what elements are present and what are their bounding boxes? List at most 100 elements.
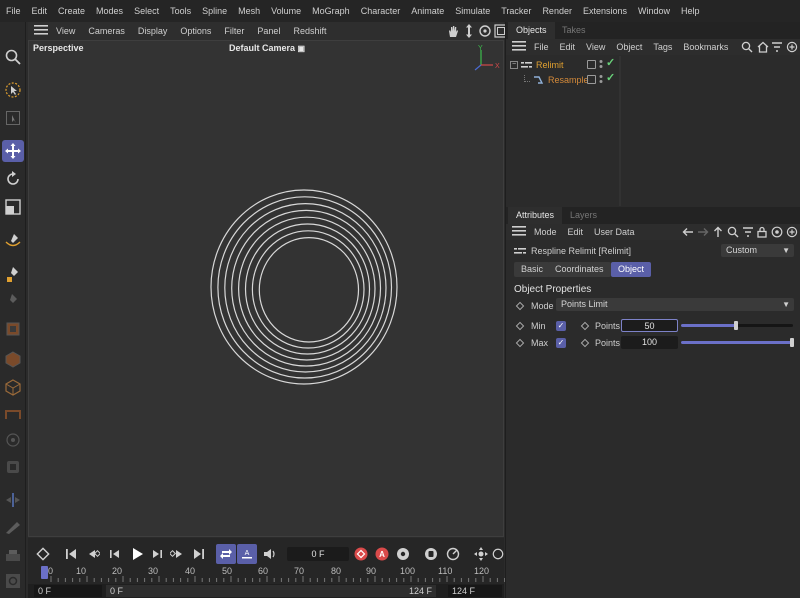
spline-pen-icon[interactable]: [2, 229, 24, 251]
enabled-check-icon[interactable]: ✓: [606, 71, 615, 84]
back-arrow-icon[interactable]: [682, 226, 694, 238]
viewport-menu-filter[interactable]: Filter: [224, 26, 244, 36]
key-settings-icon[interactable]: [394, 544, 412, 564]
play-icon[interactable]: [128, 544, 146, 564]
menu-volume[interactable]: Volume: [271, 6, 301, 16]
record-keyframe-icon[interactable]: [352, 544, 370, 564]
subtab-object[interactable]: Object: [611, 262, 652, 277]
min-slider-knob[interactable]: [734, 321, 738, 330]
forward-arrow-icon[interactable]: [697, 226, 709, 238]
model-mode-icon[interactable]: [2, 376, 24, 398]
enabled-check-icon[interactable]: ✓: [606, 56, 615, 69]
object-mode-icon[interactable]: [2, 348, 24, 370]
keyframe-diamond-icon[interactable]: [34, 544, 52, 564]
polygon-mode-icon[interactable]: [2, 318, 24, 340]
loop-icon[interactable]: [216, 544, 236, 564]
go-to-end-icon[interactable]: [190, 544, 208, 564]
layer-tag-icon[interactable]: [587, 75, 596, 84]
viewport-menu-panel[interactable]: Panel: [257, 26, 280, 36]
attributes-menu-edit[interactable]: Edit: [568, 227, 584, 237]
objects-menu-object[interactable]: Object: [616, 42, 642, 52]
objects-search-icon[interactable]: [741, 41, 753, 53]
menu-extensions[interactable]: Extensions: [583, 6, 627, 16]
go-to-start-icon[interactable]: [62, 544, 80, 564]
object-row-relimit[interactable]: − Relimit: [510, 58, 564, 72]
autokey-icon[interactable]: A: [237, 544, 257, 564]
menu-modes[interactable]: Modes: [96, 6, 123, 16]
viewport-menu-display[interactable]: Display: [138, 26, 168, 36]
next-frame-icon[interactable]: [148, 544, 166, 564]
lock-icon[interactable]: [756, 226, 768, 238]
paint-brush-icon[interactable]: [2, 263, 24, 285]
attributes-menu-icon[interactable]: [512, 226, 526, 238]
max-keyframe-diamond-icon[interactable]: [515, 338, 525, 348]
menu-mograph[interactable]: MoGraph: [312, 6, 350, 16]
preview-range-slider[interactable]: 0 F 124 F: [106, 585, 436, 597]
objects-menu-bookmarks[interactable]: Bookmarks: [683, 42, 728, 52]
max-points-field[interactable]: 100: [621, 336, 678, 349]
attributes-new-panel-icon[interactable]: [786, 226, 798, 238]
mode-dropdown[interactable]: Points Limit ▼: [556, 298, 794, 311]
search-icon[interactable]: [2, 46, 24, 68]
objects-menu-view[interactable]: View: [586, 42, 605, 52]
mode-keyframe-diamond-icon[interactable]: [515, 301, 525, 311]
menu-animate[interactable]: Animate: [411, 6, 444, 16]
tab-takes[interactable]: Takes: [554, 22, 594, 39]
object-row-resample[interactable]: Resample: [524, 73, 589, 87]
workplane-icon[interactable]: [2, 544, 24, 566]
sculpt-brush-icon[interactable]: [2, 289, 24, 311]
menu-simulate[interactable]: Simulate: [455, 6, 490, 16]
viewport-menu-redshift[interactable]: Redshift: [293, 26, 326, 36]
viewport-menu-view[interactable]: View: [56, 26, 75, 36]
pan-hand-icon[interactable]: [446, 24, 460, 38]
timeline-option-icon[interactable]: [492, 544, 504, 564]
max-points-slider[interactable]: [681, 338, 794, 347]
menu-character[interactable]: Character: [361, 6, 401, 16]
point-mode-icon[interactable]: [2, 429, 24, 451]
playhead[interactable]: [41, 566, 48, 579]
filter-icon[interactable]: [771, 41, 783, 53]
end-frame-field[interactable]: 124 F: [448, 585, 502, 597]
sound-icon[interactable]: [260, 544, 278, 564]
preset-dropdown[interactable]: Custom ▼: [721, 244, 794, 257]
min-points-diamond-icon[interactable]: [580, 321, 590, 331]
menu-help[interactable]: Help: [681, 6, 700, 16]
attributes-menu-mode[interactable]: Mode: [534, 227, 557, 237]
motion-record-icon[interactable]: [422, 544, 440, 564]
menu-tools[interactable]: Tools: [170, 6, 191, 16]
3d-viewport[interactable]: Perspective Default Camera ▣ Y X: [28, 40, 504, 537]
max-checkbox[interactable]: ✓: [556, 338, 566, 348]
min-checkbox[interactable]: ✓: [556, 321, 566, 331]
subtab-basic[interactable]: Basic: [514, 262, 551, 277]
attributes-menu-user-data[interactable]: User Data: [594, 227, 635, 237]
min-keyframe-diamond-icon[interactable]: [515, 321, 525, 331]
snap-icon[interactable]: [2, 570, 24, 592]
menu-select[interactable]: Select: [134, 6, 159, 16]
edge-mode-icon[interactable]: [2, 403, 24, 425]
uv-mode-icon[interactable]: [2, 456, 24, 478]
navigate-icon[interactable]: [472, 544, 490, 564]
viewport-menu-cameras[interactable]: Cameras: [88, 26, 125, 36]
tab-layers[interactable]: Layers: [562, 207, 605, 224]
tab-objects[interactable]: Objects: [508, 22, 555, 39]
max-slider-knob[interactable]: [790, 338, 794, 347]
visibility-dots-icon[interactable]: [599, 59, 603, 69]
menu-create[interactable]: Create: [58, 6, 85, 16]
timeline-ruler[interactable]: 0 10 20 30 40 50 60 70 80 90 100 110 120: [38, 566, 508, 582]
objects-menu-edit[interactable]: Edit: [560, 42, 576, 52]
next-key-icon[interactable]: [168, 544, 186, 564]
menu-tracker[interactable]: Tracker: [501, 6, 531, 16]
symmetry-icon[interactable]: [2, 489, 24, 511]
max-points-diamond-icon[interactable]: [580, 338, 590, 348]
orbit-icon[interactable]: [478, 24, 492, 38]
target-icon[interactable]: [771, 226, 783, 238]
attributes-filter-icon[interactable]: [742, 226, 754, 238]
attributes-search-icon[interactable]: [727, 226, 739, 238]
min-points-field[interactable]: 50: [621, 319, 678, 332]
rotate-tool-icon[interactable]: [2, 168, 24, 190]
autokeying-record-icon[interactable]: A: [373, 544, 391, 564]
scale-tool-icon[interactable]: [2, 196, 24, 218]
subtab-coordinates[interactable]: Coordinates: [548, 262, 611, 277]
objects-menu-tags[interactable]: Tags: [653, 42, 672, 52]
live-selection-icon[interactable]: [2, 79, 24, 101]
